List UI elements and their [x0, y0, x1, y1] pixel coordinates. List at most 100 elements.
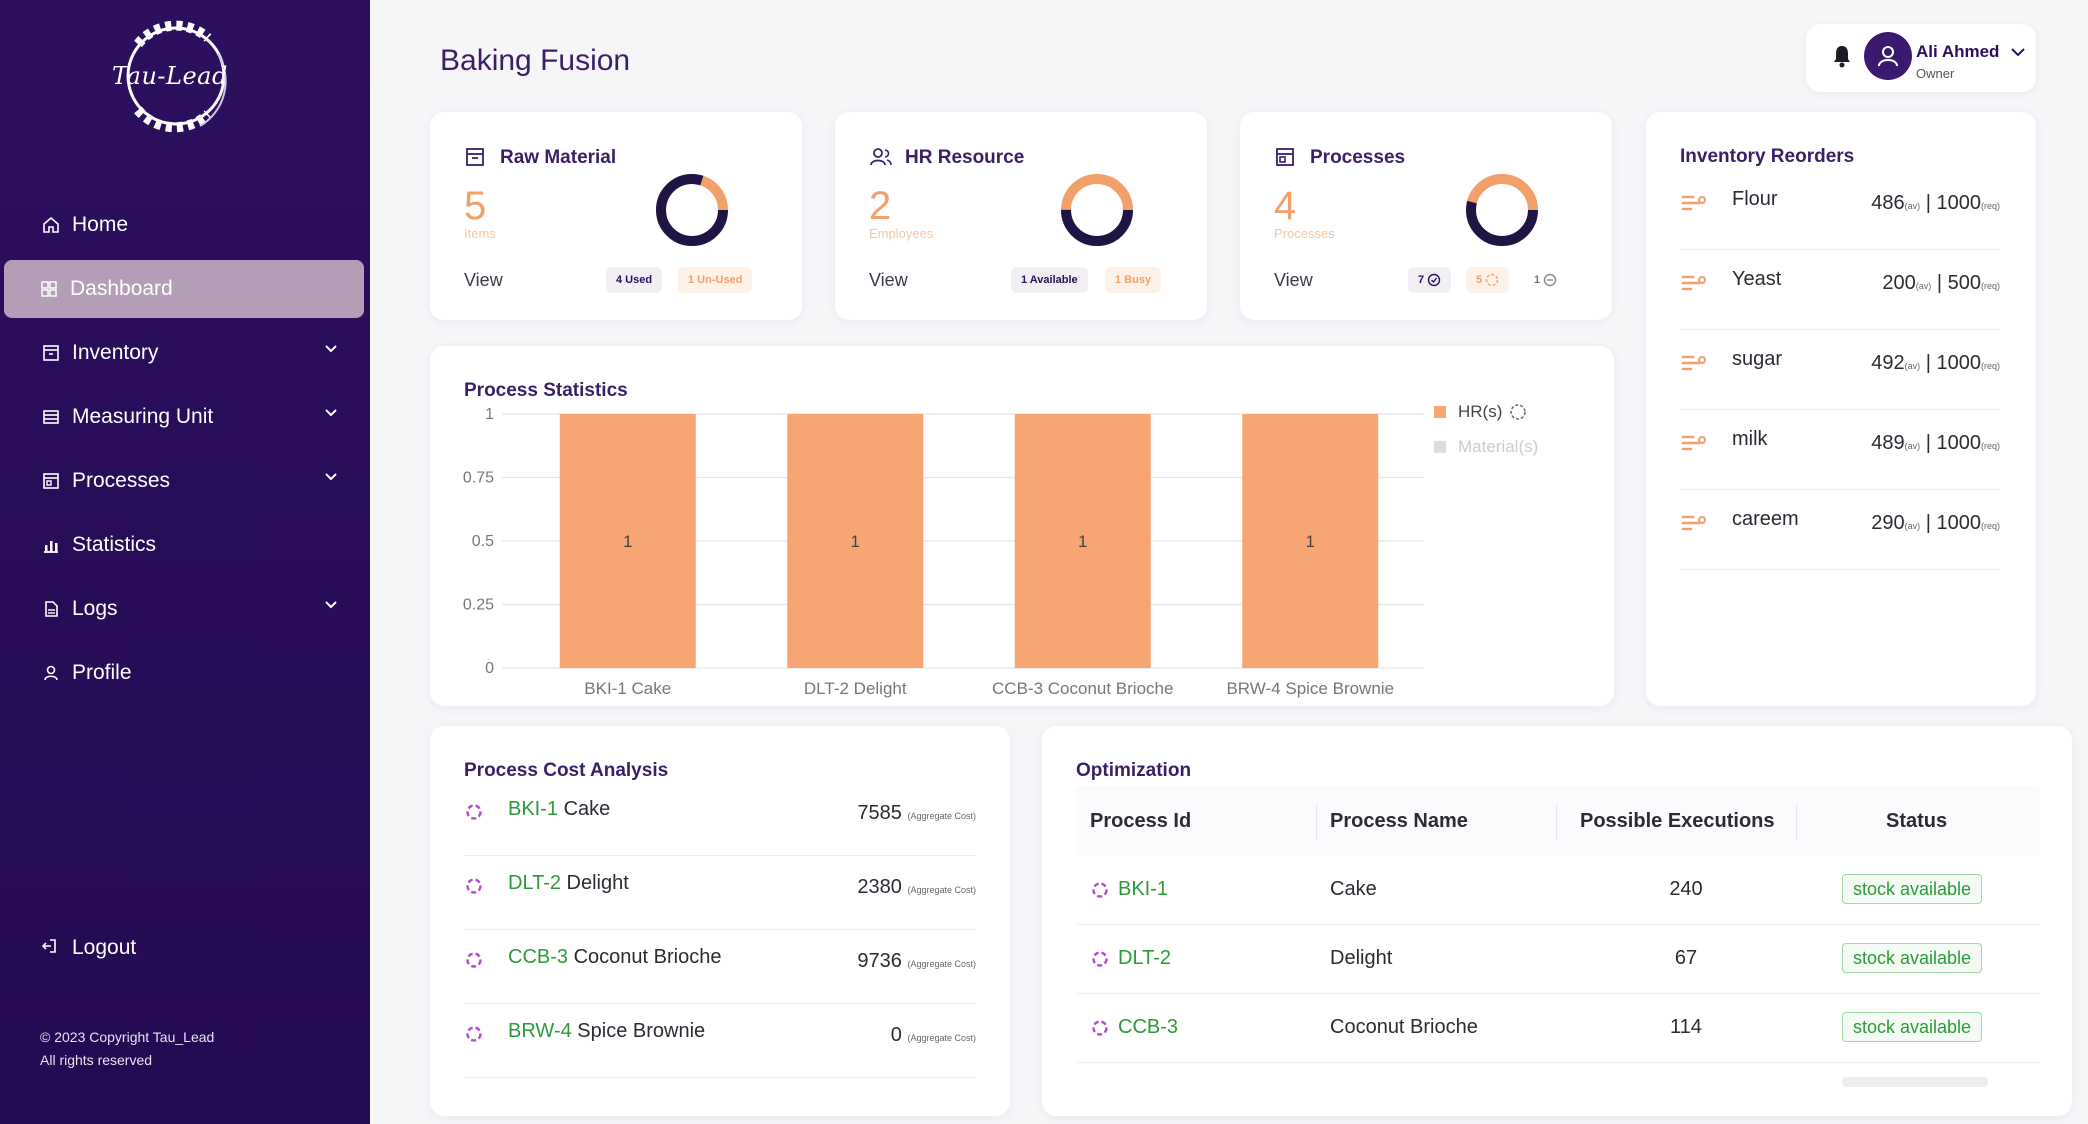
bell-icon[interactable]	[1832, 44, 1852, 68]
legend-item-material[interactable]: Material(s)	[1434, 437, 1538, 457]
statistics-icon	[40, 534, 62, 556]
logo-text: Tau-Lead	[112, 62, 228, 90]
sidebar-item-dashboard[interactable]: Dashboard	[4, 260, 364, 318]
users-icon	[869, 146, 893, 170]
reorder-icon	[1682, 435, 1706, 451]
view-link[interactable]: View	[464, 270, 503, 291]
column-header[interactable]: Process Name	[1330, 810, 1468, 833]
process-id[interactable]: DLT-2	[508, 872, 561, 894]
required-value: 500	[1947, 272, 1981, 294]
reorder-row[interactable]: Flour 486(av) | 1000(req)	[1680, 170, 2000, 250]
column-header[interactable]: Status	[1886, 810, 1947, 833]
table-row[interactable]: BKI-1 Cake 240 stock available	[1076, 856, 2040, 925]
sidebar-item-label: Inventory	[72, 341, 159, 364]
chevron-down-icon[interactable]	[324, 472, 338, 482]
chevron-down-icon[interactable]	[2010, 46, 2026, 58]
sidebar-item-processes[interactable]: Processes	[0, 452, 370, 510]
process-name: Delight	[1330, 947, 1393, 969]
process-id[interactable]: BRW-4	[508, 1020, 572, 1042]
process-spinner-icon	[466, 878, 482, 894]
raw-material-card: Raw Material 5 Items View 4 Used 1 Un-Us…	[430, 112, 802, 320]
process-statistics-card: Process Statistics 0 0.25 0.5 0.75 1 1 BKI-1 C…	[430, 346, 1614, 706]
process-name: Spice Brownie	[577, 1020, 706, 1042]
logout-button[interactable]: Logout	[40, 936, 136, 960]
process-id[interactable]: CCB-3	[508, 946, 568, 968]
user-name: Ali Ahmed	[1916, 42, 2000, 61]
process-spinner-icon	[1092, 882, 1108, 898]
reorder-icon	[1682, 355, 1706, 371]
cost-row[interactable]: DLT-2 Delight 2380 (Aggregate Cost)	[464, 856, 976, 930]
process-id[interactable]: CCB-3	[1118, 1016, 1178, 1039]
required-value: 1000	[1936, 432, 1981, 454]
required-suffix: (req)	[1980, 361, 2000, 371]
sidebar-item-label: Profile	[72, 661, 132, 684]
reorder-row[interactable]: sugar 492(av) | 1000(req)	[1680, 330, 2000, 410]
avatar[interactable]	[1864, 32, 1912, 80]
minus-circle-icon	[1543, 273, 1557, 287]
required-value: 1000	[1936, 352, 1981, 374]
card-title: Raw Material	[464, 146, 616, 170]
card-title: Inventory Reorders	[1680, 146, 1855, 167]
reorder-icon	[1682, 195, 1706, 211]
chevron-down-icon[interactable]	[324, 344, 338, 354]
aggregate-cost: 2380 (Aggregate Cost)	[857, 876, 976, 899]
cost-row[interactable]: CCB-3 Coconut Brioche 9736 (Aggregate Cos…	[464, 930, 976, 1004]
data-label: 1	[1078, 532, 1087, 551]
y-tick-label: 0	[485, 660, 494, 677]
reorder-row[interactable]: careem 290(av) | 1000(req)	[1680, 490, 2000, 570]
chevron-down-icon[interactable]	[324, 408, 338, 418]
column-header[interactable]: Possible Executions	[1580, 810, 1775, 833]
required-suffix: (req)	[1980, 201, 2000, 211]
processes-card: Processes 4 Processes View 7 5 1	[1240, 112, 1612, 320]
sidebar-item-profile[interactable]: Profile	[0, 644, 370, 702]
column-divider	[1796, 804, 1797, 840]
cost-value: 7585	[857, 802, 902, 824]
reorder-row[interactable]: Yeast 200(av) | 500(req)	[1680, 250, 2000, 330]
hr-resource-card: HR Resource 2 Employees View 1 Available…	[835, 112, 1207, 320]
card-title: Processes	[1274, 146, 1405, 170]
sidebar-item-measuring-unit[interactable]: Measuring Unit	[0, 388, 370, 446]
reorder-item-name: Flour	[1732, 188, 1778, 210]
table-row[interactable]: DLT-2 Delight 67 stock available	[1076, 925, 2040, 994]
aggregate-cost: 0 (Aggregate Cost)	[891, 1024, 976, 1047]
sidebar-item-home[interactable]: Home	[0, 196, 370, 254]
process-label: BRW-4 Spice Brownie	[508, 1020, 705, 1043]
chevron-down-icon[interactable]	[324, 600, 338, 610]
cost-row[interactable]: BRW-4 Spice Brownie 0 (Aggregate Cost)	[464, 1004, 976, 1078]
reorder-row[interactable]: milk 489(av) | 1000(req)	[1680, 410, 2000, 490]
available-pill: 1 Available	[1011, 267, 1088, 293]
table-row[interactable]: CCB-3 Coconut Brioche 114 stock available	[1076, 994, 2040, 1063]
required-value: 1000	[1936, 192, 1981, 214]
view-link[interactable]: View	[1274, 270, 1313, 291]
sidebar-item-label: Processes	[72, 469, 171, 492]
required-suffix: (req)	[1980, 441, 2000, 451]
sidebar-item-inventory[interactable]: Inventory	[0, 324, 370, 382]
required-suffix: (req)	[1980, 281, 2000, 291]
tau-lead-logo[interactable]: Tau-Lead	[108, 14, 258, 139]
available-value: 290	[1871, 512, 1905, 534]
cost-row[interactable]: BKI-1 Cake 7585 (Aggregate Cost)	[464, 782, 976, 856]
sidebar-item-label: Measuring Unit	[72, 405, 214, 428]
legend-item-hr[interactable]: HR(s)	[1434, 402, 1528, 422]
y-tick-label: 0.75	[463, 470, 494, 487]
available-suffix: (av)	[1904, 441, 1921, 451]
dashboard-icon	[38, 278, 60, 300]
table-row[interactable]	[1076, 1063, 2040, 1116]
process-id[interactable]: DLT-2	[1118, 947, 1171, 970]
copyright-line: © 2023 Copyright Tau_Lead	[40, 1029, 215, 1045]
stat-unit: Items	[464, 226, 496, 241]
x-tick-label: DLT-2 Delight	[804, 679, 907, 698]
logs-icon	[40, 598, 62, 620]
column-header[interactable]: Process Id	[1090, 810, 1191, 833]
user-menu[interactable]: Ali Ahmed Owner	[1806, 24, 2036, 92]
process-id[interactable]: BKI-1	[508, 798, 558, 820]
sidebar-item-logs[interactable]: Logs	[0, 580, 370, 638]
cost-value: 0	[890, 1024, 902, 1046]
data-label: 1	[1306, 532, 1315, 551]
process-cost-card: Process Cost Analysis BKI-1 Cake 7585 (Ag…	[430, 726, 1010, 1116]
home-icon	[40, 214, 62, 236]
process-id[interactable]: BKI-1	[1118, 878, 1168, 901]
unused-pill: 1 Un-Used	[678, 267, 753, 293]
sidebar-item-statistics[interactable]: Statistics	[0, 516, 370, 574]
view-link[interactable]: View	[869, 270, 908, 291]
